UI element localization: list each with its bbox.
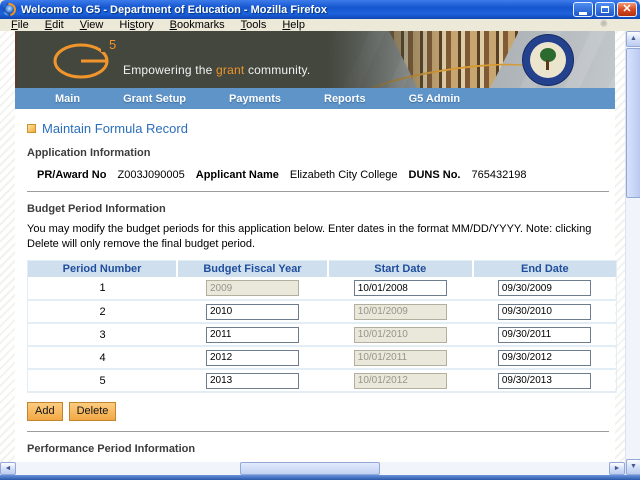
start-date-input <box>353 349 447 366</box>
start-date-input <box>353 326 447 343</box>
menubar: File Edit View History Bookmarks Tools Help ✺ <box>0 19 640 31</box>
horizontal-scrollbar-thumb[interactable] <box>240 462 380 475</box>
nav-item-grant-setup[interactable]: Grant Setup <box>123 93 186 105</box>
budget-table-row: 4 <box>27 346 617 371</box>
budget-period-heading: Budget Period Information <box>27 203 166 215</box>
g5-logo-number: 5 <box>109 37 117 52</box>
menu-tools[interactable]: Tools <box>233 19 275 31</box>
section-divider-2 <box>27 431 609 433</box>
minimize-button[interactable] <box>573 2 593 17</box>
vertical-scrollbar-thumb[interactable] <box>626 48 640 198</box>
column-start-date: Start Date <box>327 260 474 278</box>
period-number: 5 <box>27 369 178 394</box>
nav-bar: Main Grant Setup Payments Reports G5 Admin <box>15 88 615 109</box>
scroll-down-icon[interactable]: ▼ <box>626 459 640 475</box>
window-bottom-border <box>0 475 640 480</box>
scroll-left-icon[interactable]: ◄ <box>0 462 16 475</box>
pr-award-value: Z003J090005 <box>117 169 185 181</box>
start-date-input <box>353 372 447 389</box>
end-date-input[interactable] <box>497 326 591 343</box>
period-number: 1 <box>27 277 178 302</box>
tagline: Empowering the grant community. <box>123 63 311 77</box>
budget-table-row: 2 <box>27 300 617 325</box>
delete-button[interactable]: Delete <box>68 402 117 422</box>
menu-edit[interactable]: Edit <box>37 19 72 31</box>
budget-table: Period Number Budget Fiscal Year Start D… <box>27 259 617 394</box>
window-title: Welcome to G5 - Department of Education … <box>21 3 327 16</box>
performance-period-heading: Performance Period Information <box>27 443 196 456</box>
application-information-heading: Application Information <box>27 147 151 159</box>
pr-award-label: PR/Award No <box>37 169 107 181</box>
budget-table-header-row: Period Number Budget Fiscal Year Start D… <box>27 260 617 278</box>
period-number: 3 <box>27 323 178 348</box>
site-header: 5 Empowering the grant community. <box>15 31 615 88</box>
fiscal-year-input[interactable] <box>205 349 299 366</box>
scroll-right-icon[interactable]: ► <box>609 462 625 475</box>
g5-logo <box>53 43 110 79</box>
department-of-education-seal <box>522 34 574 86</box>
duns-label: DUNS No. <box>408 169 461 181</box>
browser-window: Welcome to G5 - Department of Education … <box>0 0 640 480</box>
end-date-input[interactable] <box>497 349 591 366</box>
duns-value: 765432198 <box>471 169 527 181</box>
nav-item-payments[interactable]: Payments <box>229 93 281 105</box>
vertical-scrollbar[interactable]: ▲ ▼ <box>625 31 640 475</box>
column-budget-fiscal-year: Budget Fiscal Year <box>177 260 329 278</box>
fiscal-year-input[interactable] <box>205 326 299 343</box>
nav-item-reports[interactable]: Reports <box>324 93 366 105</box>
restore-button[interactable] <box>595 2 615 17</box>
menu-history[interactable]: History <box>111 19 161 31</box>
menu-bookmarks[interactable]: Bookmarks <box>162 19 233 31</box>
application-information-line: PR/Award No Z003J090005 Applicant Name E… <box>37 169 615 181</box>
gear-icon: ✺ <box>599 19 608 30</box>
period-number: 2 <box>27 300 178 325</box>
menu-view[interactable]: View <box>72 19 112 31</box>
scroll-up-icon[interactable]: ▲ <box>626 31 640 47</box>
end-date-input[interactable] <box>497 303 591 320</box>
fiscal-year-input <box>205 280 299 297</box>
fiscal-year-input[interactable] <box>205 303 299 320</box>
close-button[interactable]: ✕ <box>617 2 637 17</box>
page-content: Maintain Formula Record Application Info… <box>15 109 617 462</box>
budget-table-row: 5 <box>27 369 617 394</box>
page-title-icon <box>27 124 36 133</box>
end-date-input[interactable] <box>497 280 591 297</box>
budget-buttons: Add Delete <box>27 402 615 422</box>
section-divider <box>27 191 609 192</box>
firefox-icon <box>0 0 19 19</box>
nav-item-g5-admin[interactable]: G5 Admin <box>409 93 461 105</box>
titlebar[interactable]: Welcome to G5 - Department of Education … <box>0 0 640 19</box>
column-end-date: End Date <box>472 260 617 278</box>
budget-table-body: 12345 <box>27 277 617 394</box>
menu-help[interactable]: Help <box>274 19 313 31</box>
budget-table-row: 3 <box>27 323 617 348</box>
nav-item-main[interactable]: Main <box>55 93 80 105</box>
menu-file[interactable]: File <box>3 19 37 31</box>
column-period-number: Period Number <box>27 260 179 278</box>
applicant-name-label: Applicant Name <box>195 169 279 181</box>
budget-instructions: You may modify the budget periods for th… <box>27 223 592 251</box>
page-title-text: Maintain Formula Record <box>42 121 188 136</box>
start-date-input <box>353 303 447 320</box>
page-title: Maintain Formula Record <box>27 121 615 136</box>
add-button[interactable]: Add <box>27 402 63 422</box>
applicant-name-value: Elizabeth City College <box>289 169 398 181</box>
tagline-highlight: grant <box>216 63 245 77</box>
browser-viewport: 5 Empowering the grant community. Main Gr… <box>0 31 625 462</box>
fiscal-year-input[interactable] <box>205 372 299 389</box>
start-date-input[interactable] <box>353 280 447 297</box>
end-date-input[interactable] <box>497 372 591 389</box>
budget-table-row: 1 <box>27 277 617 302</box>
horizontal-scrollbar[interactable]: ◄ ► <box>0 462 625 475</box>
window-controls: ✕ <box>573 2 637 17</box>
period-number: 4 <box>27 346 178 371</box>
